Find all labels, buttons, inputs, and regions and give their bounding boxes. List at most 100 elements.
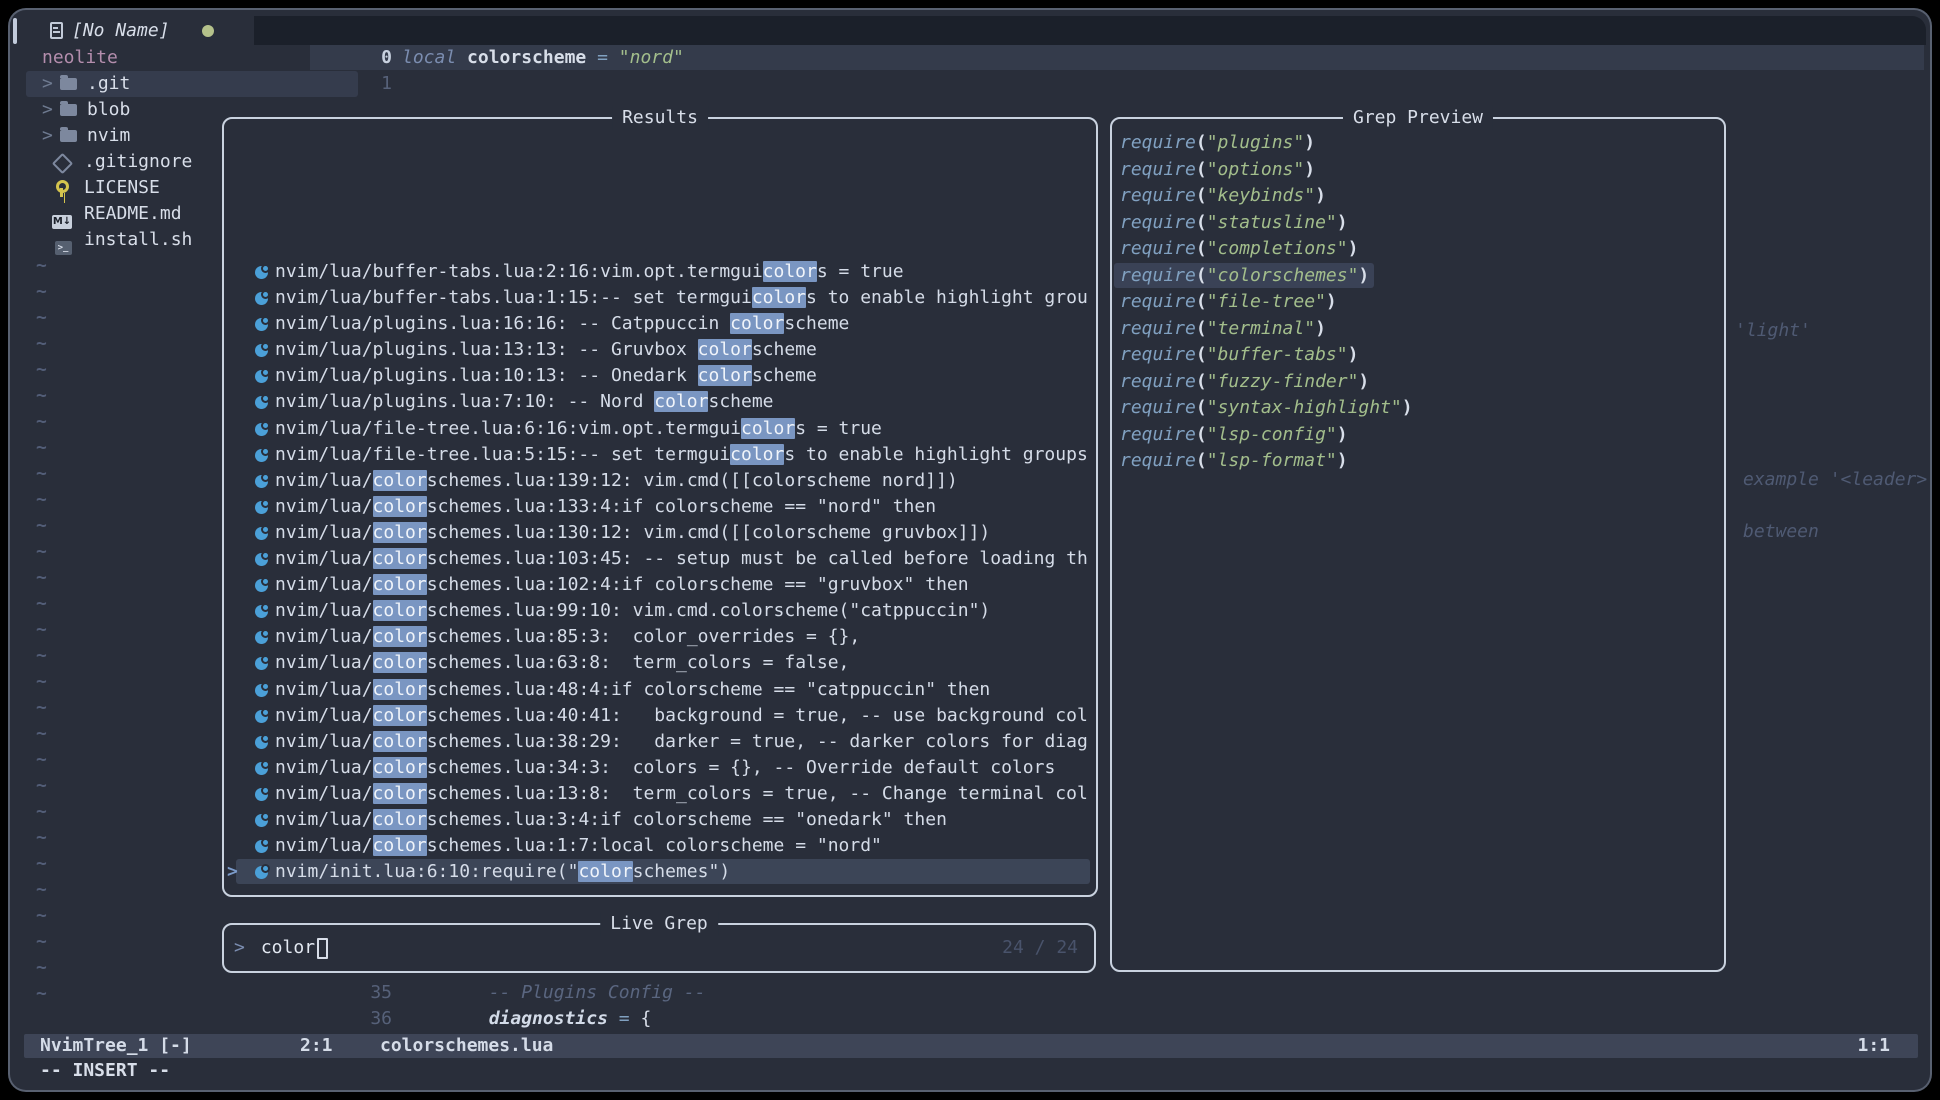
- editor-line[interactable]: 0local colorscheme = "nord": [310, 45, 1210, 71]
- terminal-icon: >_: [52, 232, 72, 248]
- editor-line[interactable]: 1: [310, 71, 1210, 97]
- result-row[interactable]: nvim/lua/colorschemes.lua:133:4:if color…: [224, 494, 1094, 520]
- match-highlight: color: [373, 522, 427, 543]
- result-text: nvim/lua/colorschemes.lua:3:4:if colorsc…: [275, 809, 947, 830]
- empty-line-tilde: ~: [26, 981, 358, 1007]
- result-text: nvim/lua/plugins.lua:16:16: -- Catppucci…: [275, 313, 849, 334]
- preview-line: require("keybinds"): [1112, 183, 1724, 210]
- result-row[interactable]: >nvim/init.lua:6:10:require("colorscheme…: [224, 859, 1094, 885]
- markdown-icon: M↓: [52, 206, 72, 222]
- search-input[interactable]: > color: [234, 925, 328, 971]
- preview-line-text: require("plugins"): [1120, 132, 1315, 153]
- file-name: .gitignore: [84, 149, 192, 175]
- result-row[interactable]: nvim/lua/plugins.lua:13:13: -- Gruvbox c…: [224, 337, 1094, 363]
- preview-line-text: require("completions"): [1120, 238, 1358, 259]
- lua-file-icon: [255, 475, 268, 488]
- result-text: nvim/lua/colorschemes.lua:34:3: colors =…: [275, 757, 1055, 778]
- result-counter: 24 / 24: [1002, 925, 1078, 971]
- line-number: 36: [310, 1006, 392, 1032]
- lua-file-icon: [255, 553, 268, 566]
- editor-line[interactable]: 35 -- Plugins Config --: [310, 980, 1210, 1006]
- editor-buffer-top[interactable]: 0local colorscheme = "nord"1: [310, 45, 1210, 97]
- lua-file-icon: [255, 710, 268, 723]
- result-row[interactable]: nvim/lua/colorschemes.lua:139:12: vim.cm…: [224, 468, 1094, 494]
- mode-indicator: -- INSERT --: [40, 1058, 170, 1084]
- match-highlight: color: [373, 705, 427, 726]
- lua-file-icon: [255, 344, 268, 357]
- match-highlight: color: [698, 365, 752, 386]
- result-text: nvim/lua/colorschemes.lua:130:12: vim.cm…: [275, 522, 990, 543]
- live-grep-panel: Live Grep > color 24 / 24: [222, 923, 1096, 973]
- preview-line-text: require("file-tree"): [1120, 291, 1337, 312]
- result-row[interactable]: nvim/lua/buffer-tabs.lua:2:16:vim.opt.te…: [224, 259, 1094, 285]
- grep-preview-panel: Grep Preview require("plugins")require("…: [1110, 117, 1726, 972]
- chevron-right-icon: >: [42, 71, 56, 97]
- preview-line: require("fuzzy-finder"): [1112, 369, 1724, 396]
- result-text: nvim/lua/colorschemes.lua:85:3: color_ov…: [275, 626, 860, 647]
- preview-line-text: require("terminal"): [1120, 318, 1326, 339]
- match-highlight: color: [373, 757, 427, 778]
- result-row[interactable]: nvim/lua/colorschemes.lua:99:10: vim.cmd…: [224, 598, 1094, 624]
- prompt-caret: >: [234, 925, 245, 971]
- result-row[interactable]: nvim/lua/colorschemes.lua:48:4:if colors…: [224, 677, 1094, 703]
- match-highlight: color: [730, 313, 784, 334]
- lua-file-icon: [255, 605, 268, 618]
- match-highlight: color: [373, 731, 427, 752]
- match-highlight: color: [373, 783, 427, 804]
- lua-file-icon: [255, 370, 268, 383]
- result-text: nvim/init.lua:6:10:require("colorschemes…: [275, 861, 730, 882]
- result-row[interactable]: nvim/lua/colorschemes.lua:63:8: term_col…: [224, 650, 1094, 676]
- result-text: nvim/lua/file-tree.lua:6:16:vim.opt.term…: [275, 418, 882, 439]
- result-row[interactable]: nvim/lua/buffer-tabs.lua:1:15:-- set ter…: [224, 285, 1094, 311]
- preview-code-lines: require("plugins")require("options")requ…: [1112, 130, 1724, 475]
- result-row[interactable]: nvim/lua/colorschemes.lua:130:12: vim.cm…: [224, 520, 1094, 546]
- statusline-cursor-position: 2:1: [300, 1034, 333, 1058]
- live-grep-panel-title: Live Grep: [600, 912, 718, 936]
- folder-icon: [60, 78, 77, 90]
- grep-preview-panel-title: Grep Preview: [1343, 106, 1493, 130]
- lua-file-icon: [255, 527, 268, 540]
- preview-line: require("colorschemes"): [1112, 263, 1724, 290]
- lua-file-icon: [255, 736, 268, 749]
- result-row[interactable]: nvim/lua/colorschemes.lua:34:3: colors =…: [224, 755, 1094, 781]
- result-row[interactable]: nvim/lua/plugins.lua:7:10: -- Nord color…: [224, 389, 1094, 415]
- file-name: nvim: [87, 123, 130, 149]
- match-highlight: color: [698, 339, 752, 360]
- result-row[interactable]: nvim/lua/colorschemes.lua:1:7:local colo…: [224, 833, 1094, 859]
- result-text: nvim/lua/buffer-tabs.lua:2:16:vim.opt.te…: [275, 261, 904, 282]
- preview-line-text: require("syntax-highlight"): [1120, 397, 1413, 418]
- result-row[interactable]: nvim/lua/plugins.lua:16:16: -- Catppucci…: [224, 311, 1094, 337]
- result-text: nvim/lua/plugins.lua:13:13: -- Gruvbox c…: [275, 339, 817, 360]
- result-row[interactable]: nvim/lua/plugins.lua:10:13: -- Onedark c…: [224, 363, 1094, 389]
- lua-file-icon: [255, 657, 268, 670]
- chevron-right-icon: >: [42, 97, 56, 123]
- result-row[interactable]: nvim/lua/file-tree.lua:5:15:-- set termg…: [224, 442, 1094, 468]
- result-row[interactable]: nvim/lua/file-tree.lua:6:16:vim.opt.term…: [224, 416, 1094, 442]
- result-row[interactable]: nvim/lua/colorschemes.lua:3:4:if colorsc…: [224, 807, 1094, 833]
- editor-buffer-bottom[interactable]: 35 -- Plugins Config --36 diagnostics = …: [310, 980, 1210, 1032]
- lua-file-icon: [255, 788, 268, 801]
- result-row[interactable]: nvim/lua/colorschemes.lua:85:3: color_ov…: [224, 624, 1094, 650]
- result-row[interactable]: nvim/lua/colorschemes.lua:102:4:if color…: [224, 572, 1094, 598]
- match-highlight: color: [373, 496, 427, 517]
- editor-line[interactable]: 36 diagnostics = {: [310, 1006, 1210, 1032]
- key-icon: [52, 180, 72, 196]
- file-name: install.sh: [84, 227, 192, 253]
- match-highlight: color: [578, 861, 632, 882]
- lua-file-icon: [255, 449, 268, 462]
- statusline-buffer-name: NvimTree_1 [-]: [40, 1034, 192, 1058]
- window-accent-bar: [13, 18, 17, 44]
- file-name: LICENSE: [84, 175, 160, 201]
- match-highlight: color: [373, 626, 427, 647]
- file-tree-item--git[interactable]: >.git: [26, 71, 358, 97]
- preview-line-text: require("colorschemes"): [1120, 265, 1369, 286]
- preview-line: require("plugins"): [1112, 130, 1724, 157]
- result-row[interactable]: nvim/lua/colorschemes.lua:40:41: backgro…: [224, 703, 1094, 729]
- result-row[interactable]: nvim/lua/colorschemes.lua:13:8: term_col…: [224, 781, 1094, 807]
- match-highlight: color: [654, 391, 708, 412]
- result-row[interactable]: nvim/lua/colorschemes.lua:103:45: -- set…: [224, 546, 1094, 572]
- result-row[interactable]: nvim/lua/colorschemes.lua:38:29: darker …: [224, 729, 1094, 755]
- buffer-tab[interactable]: [No Name]: [50, 16, 254, 45]
- lua-file-icon: [255, 318, 268, 331]
- file-tree-root[interactable]: neolite: [26, 45, 358, 71]
